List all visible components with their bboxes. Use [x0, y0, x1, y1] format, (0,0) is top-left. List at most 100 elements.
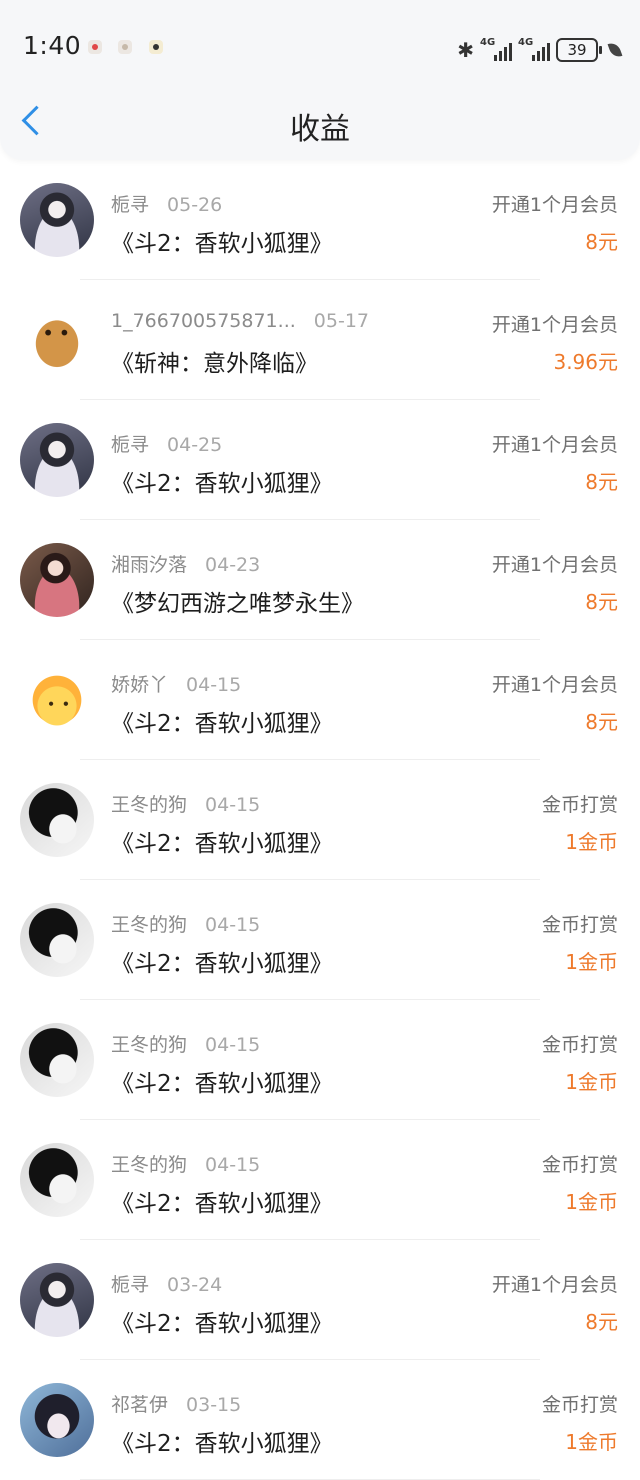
user-name: 王冬的狗 — [111, 1034, 188, 1056]
notification-icon — [88, 40, 102, 54]
list-item[interactable]: 王冬的狗 04-15 《斗2：香软小狐狸》 金币打赏 1金币 — [0, 760, 640, 880]
earning-type: 开通1个月会员 — [491, 554, 618, 576]
avatar[interactable] — [20, 423, 94, 497]
earning-amount: 1金币 — [565, 1190, 618, 1214]
book-title: 《斩神：意外降临》 — [111, 351, 318, 377]
book-title: 《斗2：香软小狐狸》 — [111, 711, 333, 737]
earning-amount: 1金币 — [565, 830, 618, 854]
user-name: 栀寻 — [111, 1274, 150, 1296]
status-bar: 1:40 ✱ 4G 4G 39 — [0, 28, 640, 68]
user-name: 王冬的狗 — [111, 914, 188, 936]
avatar[interactable] — [20, 543, 94, 617]
top-bar: 1:40 ✱ 4G 4G 39 收益 — [0, 0, 640, 160]
avatar[interactable] — [20, 783, 94, 857]
item-meta: 王冬的狗 04-15 — [111, 1030, 260, 1057]
avatar[interactable] — [20, 903, 94, 977]
item-meta: 祁茗伊 03-15 — [111, 1390, 241, 1417]
signal-icon: 4G — [480, 37, 512, 61]
book-title: 《斗2：香软小狐狸》 — [111, 951, 333, 977]
status-time: 1:40 — [23, 31, 82, 60]
item-date: 04-15 — [186, 674, 242, 696]
user-name: 娇娇丫 — [111, 674, 169, 696]
list-item[interactable]: 栀寻 03-24 《斗2：香软小狐狸》 开通1个月会员 8元 — [0, 1240, 640, 1360]
item-meta: 栀寻 05-26 — [111, 190, 222, 217]
notification-icon — [118, 40, 132, 54]
book-title: 《斗2：香软小狐狸》 — [111, 831, 333, 857]
earning-type: 金币打赏 — [541, 914, 618, 936]
list-item[interactable]: 湘雨汐落 04-23 《梦幻西游之唯梦永生》 开通1个月会员 8元 — [0, 520, 640, 640]
user-name: 栀寻 — [111, 434, 150, 456]
book-title: 《斗2：香软小狐狸》 — [111, 1191, 333, 1217]
earning-type: 开通1个月会员 — [491, 1274, 618, 1296]
book-title: 《斗2：香软小狐狸》 — [111, 231, 333, 257]
user-name: 1_766700575871... — [111, 310, 296, 332]
earning-amount: 8元 — [585, 590, 618, 614]
item-meta: 王冬的狗 04-15 — [111, 910, 260, 937]
earning-type: 金币打赏 — [541, 794, 618, 816]
avatar[interactable] — [20, 663, 94, 737]
earning-amount: 8元 — [585, 230, 618, 254]
item-date: 05-17 — [313, 310, 369, 332]
item-date: 04-15 — [205, 1154, 261, 1176]
item-date: 04-15 — [205, 794, 261, 816]
item-meta: 栀寻 04-25 — [111, 430, 222, 457]
user-name: 湘雨汐落 — [111, 554, 188, 576]
item-date: 04-15 — [205, 1034, 261, 1056]
earning-amount: 3.96元 — [553, 350, 618, 374]
avatar[interactable] — [20, 1263, 94, 1337]
book-title: 《斗2：香软小狐狸》 — [111, 1311, 333, 1337]
item-date: 04-25 — [167, 434, 223, 456]
item-meta: 栀寻 03-24 — [111, 1270, 222, 1297]
book-title: 《斗2：香软小狐狸》 — [111, 1071, 333, 1097]
avatar[interactable] — [20, 1383, 94, 1457]
earning-amount: 8元 — [585, 710, 618, 734]
earning-amount: 1金币 — [565, 1070, 618, 1094]
page-title: 收益 — [290, 112, 350, 147]
user-name: 王冬的狗 — [111, 794, 188, 816]
user-name: 王冬的狗 — [111, 1154, 188, 1176]
power-saving-icon — [607, 40, 623, 60]
avatar[interactable] — [20, 1023, 94, 1097]
earning-amount: 1金币 — [565, 1430, 618, 1454]
earnings-list: 栀寻 05-26 《斗2：香软小狐狸》 开通1个月会员 8元 1_766700575871… — [0, 160, 640, 1480]
earning-amount: 8元 — [585, 1310, 618, 1334]
item-meta: 王冬的狗 04-15 — [111, 1150, 260, 1177]
earning-type: 开通1个月会员 — [491, 674, 618, 696]
list-item[interactable]: 栀寻 05-26 《斗2：香软小狐狸》 开通1个月会员 8元 — [0, 160, 640, 280]
earning-amount: 8元 — [585, 470, 618, 494]
list-item[interactable]: 栀寻 04-25 《斗2：香软小狐狸》 开通1个月会员 8元 — [0, 400, 640, 520]
earning-amount: 1金币 — [565, 950, 618, 974]
item-meta: 1_766700575871... 05-17 — [111, 310, 369, 332]
earning-type: 金币打赏 — [541, 1154, 618, 1176]
item-date: 04-23 — [205, 554, 261, 576]
earning-type: 开通1个月会员 — [491, 434, 618, 456]
earning-type: 开通1个月会员 — [491, 194, 618, 216]
item-date: 05-26 — [167, 194, 223, 216]
item-date: 03-15 — [186, 1394, 242, 1416]
avatar[interactable] — [20, 183, 94, 257]
list-item[interactable]: 祁茗伊 03-15 《斗2：香软小狐狸》 金币打赏 1金币 — [0, 1360, 640, 1480]
book-title: 《梦幻西游之唯梦永生》 — [111, 591, 364, 617]
earning-type: 金币打赏 — [541, 1394, 618, 1416]
avatar[interactable] — [20, 1143, 94, 1217]
item-date: 04-15 — [205, 914, 261, 936]
list-item[interactable]: 娇娇丫 04-15 《斗2：香软小狐狸》 开通1个月会员 8元 — [0, 640, 640, 760]
item-meta: 娇娇丫 04-15 — [111, 670, 241, 697]
notification-icon — [149, 40, 163, 54]
earning-type: 开通1个月会员 — [491, 314, 618, 336]
status-indicators: ✱ 4G 4G 39 — [457, 36, 623, 64]
list-item[interactable]: 王冬的狗 04-15 《斗2：香软小狐狸》 金币打赏 1金币 — [0, 1000, 640, 1120]
battery-icon: 39 — [556, 38, 602, 62]
bluetooth-icon: ✱ — [457, 38, 474, 62]
item-meta: 王冬的狗 04-15 — [111, 790, 260, 817]
book-title: 《斗2：香软小狐狸》 — [111, 471, 333, 497]
signal-icon: 4G — [518, 37, 550, 61]
list-item[interactable]: 1_766700575871... 05-17 《斩神：意外降临》 开通1个月会员 3.… — [0, 280, 640, 400]
avatar[interactable] — [20, 303, 94, 377]
list-item[interactable]: 王冬的狗 04-15 《斗2：香软小狐狸》 金币打赏 1金币 — [0, 880, 640, 1000]
list-item[interactable]: 王冬的狗 04-15 《斗2：香软小狐狸》 金币打赏 1金币 — [0, 1120, 640, 1240]
item-date: 03-24 — [167, 1274, 223, 1296]
book-title: 《斗2：香软小狐狸》 — [111, 1431, 333, 1457]
item-meta: 湘雨汐落 04-23 — [111, 550, 260, 577]
user-name: 祁茗伊 — [111, 1394, 169, 1416]
